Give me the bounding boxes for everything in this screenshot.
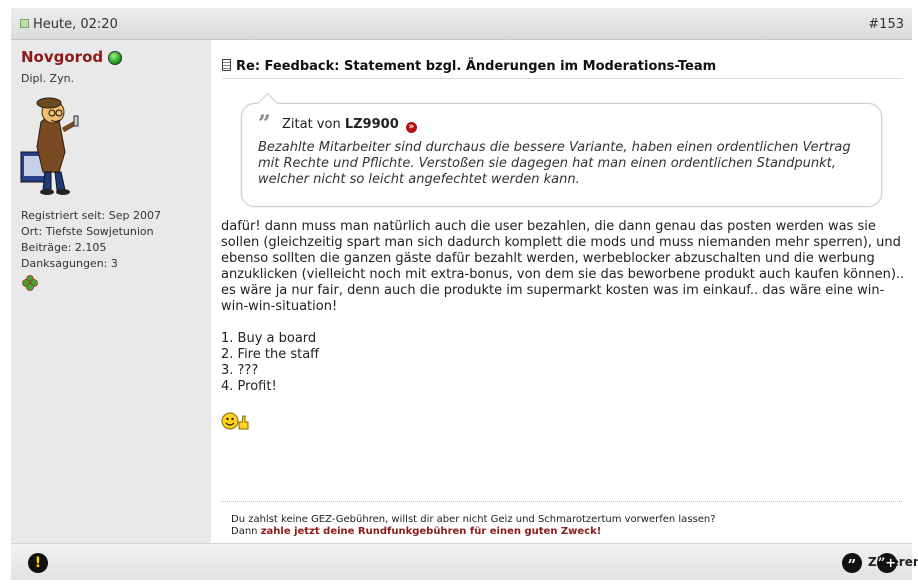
post-title-text: Re: Feedback: Statement bzgl. Änderungen… bbox=[236, 59, 717, 74]
list-item: 4. Profit! bbox=[221, 379, 277, 394]
post-date: Heute, 02:20 bbox=[33, 17, 118, 32]
signature-divider bbox=[221, 501, 902, 502]
user-thanks: Danksagungen: 3 bbox=[21, 257, 118, 270]
signature-prefix: Dann bbox=[231, 526, 258, 537]
list-item: 3. ??? bbox=[221, 363, 259, 378]
user-title: Dipl. Zyn. bbox=[21, 72, 75, 85]
user-location: Ort: Tiefste Sowjetunion bbox=[21, 225, 154, 238]
document-icon bbox=[222, 59, 231, 71]
view-post-arrow-icon[interactable]: » bbox=[405, 122, 417, 133]
quote-prefix: Zitat von bbox=[282, 117, 341, 132]
username-link[interactable]: Novgorod bbox=[21, 48, 103, 66]
clover-icon bbox=[22, 275, 38, 291]
user-post-count: Beiträge: 2.105 bbox=[21, 241, 107, 254]
quote-text: Bezahlte Mitarbeiter sind durchaus die b… bbox=[258, 140, 851, 187]
list-item: 2. Fire the staff bbox=[221, 347, 320, 362]
post-title: Re: Feedback: Statement bzgl. Änderungen… bbox=[222, 56, 903, 79]
quote-author: LZ9900 bbox=[344, 117, 399, 132]
signature: Du zahlst keine GEZ-Gebühren, willst dir… bbox=[231, 514, 716, 538]
signature-line-1: Du zahlst keine GEZ-Gebühren, willst dir… bbox=[231, 514, 716, 525]
message-paragraph: dafür! dann muss man natürlich auch die … bbox=[221, 219, 905, 314]
online-icon bbox=[108, 51, 122, 65]
post-content: Re: Feedback: Statement bzgl. Änderungen… bbox=[211, 40, 912, 543]
post-footer: ! ” Zitieren ”+ bbox=[11, 543, 918, 580]
quote-marks-icon: ” bbox=[258, 111, 271, 137]
user-registered: Registriert seit: Sep 2007 bbox=[21, 209, 161, 222]
report-post-icon[interactable]: ! bbox=[28, 553, 48, 573]
thumbs-up-smiley-icon bbox=[221, 412, 249, 430]
post-number-link[interactable]: #153 bbox=[868, 17, 904, 32]
user-info-panel: Novgorod Dipl. Zyn. Registriert seit: Se… bbox=[11, 40, 211, 543]
post-status-icon bbox=[20, 19, 29, 28]
message-list: 1. Buy a board 2. Fire the staff 3. ??? … bbox=[221, 331, 906, 395]
quote-icon: ” bbox=[842, 553, 862, 574]
post-header: Heute, 02:20 #153 bbox=[11, 8, 912, 40]
signature-link[interactable]: zahle jetzt deine Rundfunkgebühren für e… bbox=[261, 526, 602, 537]
user-details: Registriert seit: Sep 2007 Ort: Tiefste … bbox=[21, 208, 161, 272]
avatar[interactable] bbox=[19, 92, 83, 196]
signature-line-2: Dann zahle jetzt deine Rundfunkgebühren … bbox=[231, 526, 716, 538]
forum-post: Heute, 02:20 #153 Novgorod Dipl. Zyn. Re… bbox=[11, 8, 918, 580]
multi-quote-icon[interactable]: ”+ bbox=[877, 553, 897, 573]
message-body: dafür! dann muss man natürlich auch die … bbox=[221, 219, 906, 411]
quote-box: ” Zitat von LZ9900 » Bezahlte Mitarbeite… bbox=[241, 92, 882, 207]
quote-attribution: Zitat von LZ9900 » bbox=[282, 117, 417, 133]
list-item: 1. Buy a board bbox=[221, 331, 317, 346]
